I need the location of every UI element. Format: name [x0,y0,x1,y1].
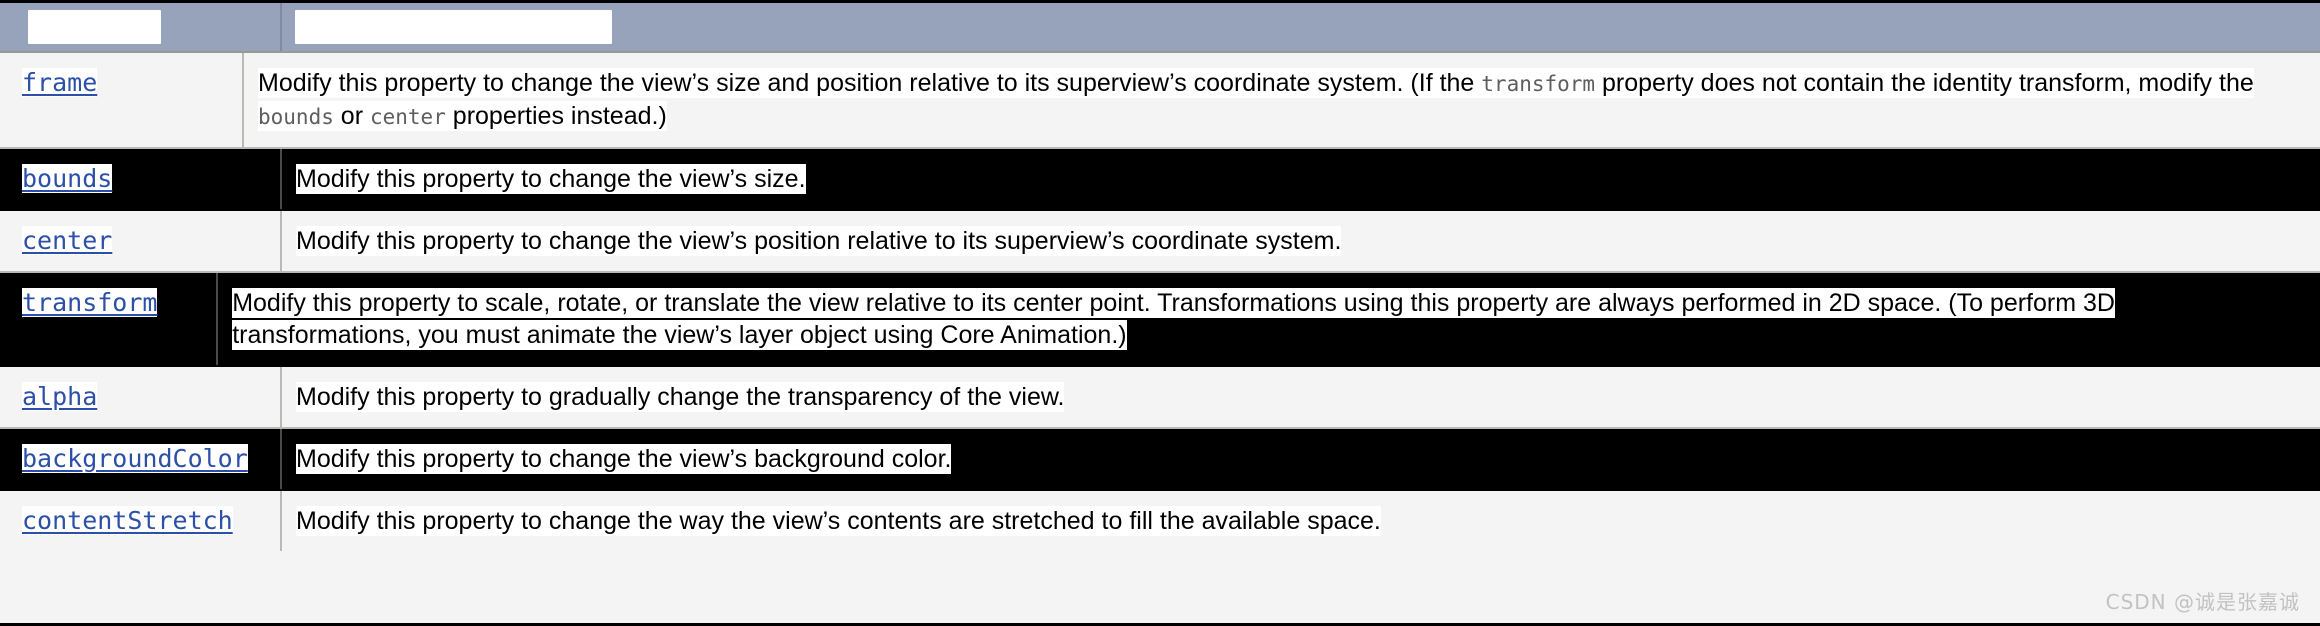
property-header-redaction-block [28,10,161,44]
table-row: backgroundColor Modify this property to c… [0,429,2320,491]
property-link[interactable]: contentStretch [22,506,233,535]
description-text: Modify this property to gradually change… [296,382,1065,412]
property-cell: contentStretch [0,491,282,551]
property-link[interactable]: center [22,226,113,255]
inline-code: bounds [258,105,334,129]
description-cell: Modify this property to change the view’… [282,429,2320,489]
description-fragment: Modify this property to change the view’… [296,165,806,193]
selection-highlight: Modify this property to scale, rotate, o… [232,288,2115,350]
properties-table: frame Modify this property to change the … [0,0,2320,626]
property-link[interactable]: alpha [22,382,98,411]
property-cell: backgroundColor [0,429,282,489]
table-row: frame Modify this property to change the … [0,53,2320,149]
description-text: Modify this property to scale, rotate, o… [232,288,2115,350]
property-cell: center [0,211,282,271]
property-link[interactable]: bounds [22,164,113,193]
property-cell: transform [0,273,219,365]
selection-highlight: Modify this property to gradually change… [296,382,1065,412]
property-link[interactable]: transform [22,288,158,317]
selection-highlight: Modify this property to change the view’… [296,444,952,474]
description-text: Modify this property to change the view’… [296,164,806,194]
table-body: frame Modify this property to change the … [0,53,2320,551]
table-header-row [0,3,2320,53]
inline-code: center [369,105,446,129]
description-fragment: Modify this property to change the view’… [258,69,1482,97]
property-link[interactable]: frame [22,68,98,97]
description-text: Modify this property to change the view’… [296,226,1342,256]
description-cell: Modify this property to scale, rotate, o… [218,273,2320,365]
table-row: center Modify this property to change the… [0,211,2320,273]
description-fragment: property does not contain the identity t… [1595,69,2254,97]
description-text: Modify this property to change the view’… [258,68,2254,131]
inline-code: transform [1481,72,1596,96]
description-text: Modify this property to change the view’… [296,444,952,474]
description-fragment: Modify this property to change the way t… [296,507,1381,535]
table-row: contentStretch Modify this property to ch… [0,491,2320,551]
description-fragment: Modify this property to change the view’… [296,445,952,473]
selection-highlight: Modify this property to change the view’… [296,226,1342,256]
description-cell: Modify this property to change the view’… [244,53,2320,147]
csdn-watermark: CSDN @诚是张嘉诚 [2105,590,2300,614]
description-cell: Modify this property to gradually change… [282,367,2320,427]
table-row: alpha Modify this property to gradually c… [0,367,2320,429]
description-cell: Modify this property to change the view’… [282,149,2320,209]
description-fragment: Modify this property to scale, rotate, o… [232,289,2115,349]
table-header-cell-property [0,3,282,51]
property-link[interactable]: backgroundColor [22,444,248,473]
selection-highlight: Modify this property to change the way t… [296,506,1381,536]
description-fragment: or [333,102,370,130]
table-row: transform Modify this property to scale, … [0,273,2320,367]
description-cell: Modify this property to change the way t… [282,491,2320,551]
description-fragment: properties instead.) [445,102,667,130]
description-cell: Modify this property to change the view’… [282,211,2320,271]
selection-highlight: Modify this property to change the view’… [296,164,806,194]
property-cell: bounds [0,149,282,209]
description-fragment: Modify this property to gradually change… [296,383,1065,411]
table-header-cell-description [282,3,2320,51]
selection-highlight: Modify this property to change the view’… [258,68,2254,131]
property-cell: frame [0,53,244,147]
description-header-redaction-block [295,10,612,44]
description-text: Modify this property to change the way t… [296,506,1381,536]
table-row: bounds Modify this property to change the… [0,149,2320,211]
property-cell: alpha [0,367,282,427]
description-fragment: Modify this property to change the view’… [296,227,1342,255]
